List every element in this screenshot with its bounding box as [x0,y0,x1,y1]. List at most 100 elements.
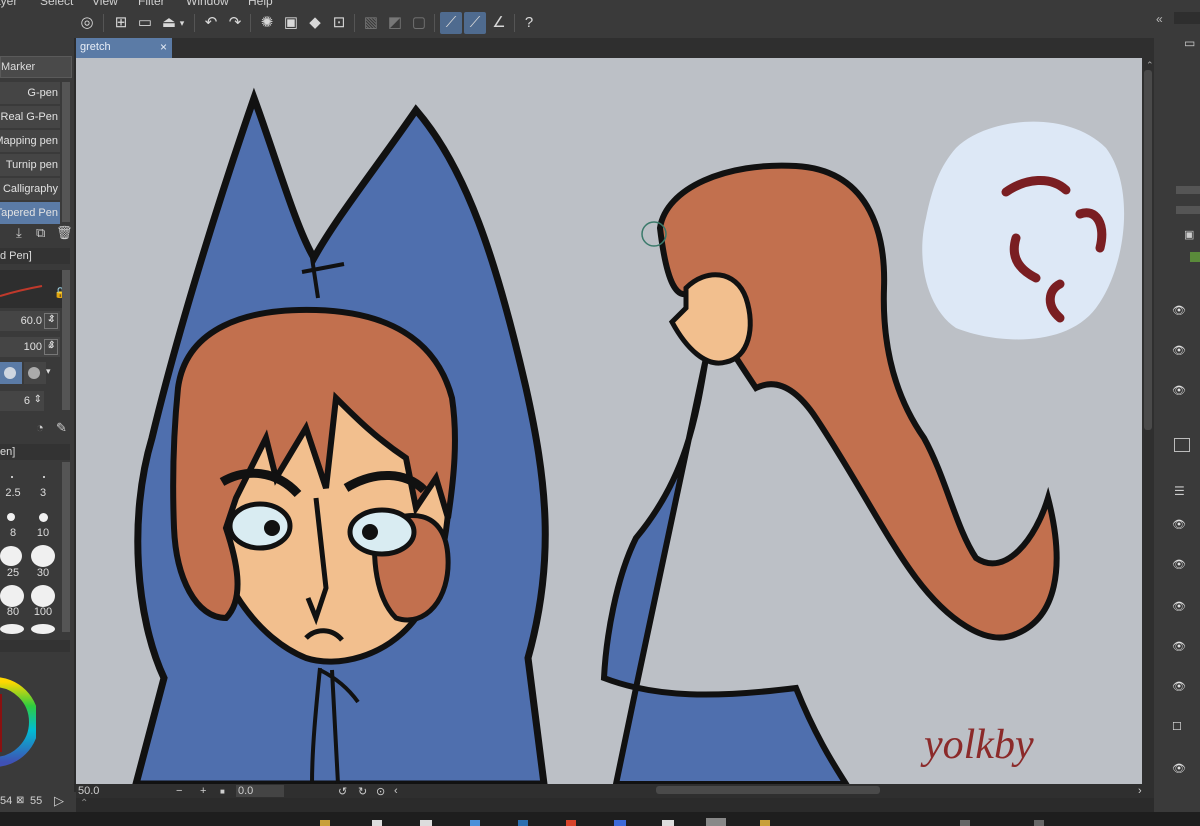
flip-icon[interactable]: ‹ [394,785,398,797]
size-dot[interactable] [0,624,24,634]
layer-color-swatch[interactable] [1190,252,1200,262]
sub-tool-real-g-pen[interactable]: Real G-Pen [0,106,60,129]
menu-filter[interactable]: Filter [138,0,165,8]
help-icon[interactable]: ? [518,12,540,34]
panel-tab[interactable] [1174,12,1200,24]
size-label[interactable]: 2.5 [0,487,26,499]
selection-invert-icon[interactable]: ◩ [384,12,406,34]
collapse-icon[interactable]: ⌃ [80,798,88,809]
snap-ruler-icon[interactable]: ⟋ [440,12,462,34]
eye-icon[interactable]: 👁 [1172,384,1188,397]
color-wheel[interactable] [0,666,39,786]
menu-select[interactable]: Select [40,0,73,8]
sub-tool-mapping-pen[interactable]: Mapping pen [0,130,60,153]
size-dot[interactable] [0,546,22,566]
layer-thumbnail[interactable] [1174,438,1190,452]
menu-help[interactable]: Help [248,0,273,8]
taskbar-app-icon[interactable] [420,820,432,826]
stepper-icon[interactable]: ⇕ [34,394,42,405]
horizontal-scroll-thumb[interactable] [656,786,880,794]
size-dot[interactable] [11,476,13,478]
tool-property-scrollbar[interactable] [62,270,70,410]
swap-icon[interactable]: ⊠ [16,795,24,806]
copy-sub-tool-icon[interactable]: ⤓ [16,225,22,241]
layer-list-icon[interactable]: ☰ [1174,484,1185,498]
sub-tool-turnip-pen[interactable]: Turnip pen [0,154,60,177]
clear-layer-icon[interactable]: ▣ [280,12,302,34]
menu-view[interactable]: View [92,0,118,8]
sub-tool-group-header[interactable]: Marker [0,56,72,78]
eye-icon[interactable]: ☐ [1172,720,1188,733]
reset-rotation-icon[interactable]: ⊙ [376,785,385,798]
scroll-up-icon[interactable]: ⌃ [1146,60,1154,71]
chevron-down-icon[interactable]: ▾ [46,366,51,377]
size-label[interactable]: 30 [30,567,56,579]
taskbar-app-icon[interactable] [614,820,626,826]
loading-icon[interactable]: ✺ [256,12,278,34]
new-file-icon[interactable]: ⊞ [110,12,132,34]
sub-tool-calligraphy[interactable]: Calligraphy [0,178,60,201]
stabilization-field[interactable]: 6 ⇕ [0,391,44,411]
taskbar-app-icon[interactable] [470,820,480,826]
rotation-field[interactable]: 0.0 [236,785,284,797]
eye-icon[interactable]: 👁 [1172,640,1188,653]
rotate-right-icon[interactable]: ↻ [358,785,367,798]
selection-clear-icon[interactable]: ▧ [360,12,382,34]
selection-border-icon[interactable]: ▢ [408,12,430,34]
duplicate-sub-tool-icon[interactable]: ⧉ [36,225,45,241]
size-label[interactable]: 10 [30,527,56,539]
play-icon[interactable]: ▷ [54,793,64,809]
taskbar-app-icon[interactable] [518,820,528,826]
taskbar-app-icon[interactable] [706,818,726,826]
navigator-bar[interactable] [1176,186,1200,194]
tool-info-icon[interactable]: ◔ [36,420,44,435]
size-label[interactable]: 8 [0,527,26,539]
anti-alias-soft-option[interactable] [0,362,22,384]
zoom-in-icon[interactable]: + [200,785,206,797]
taskbar-tray-icon[interactable] [1034,820,1044,826]
menu-layer[interactable]: ayer [0,0,17,8]
taskbar-app-icon[interactable] [662,820,674,826]
taskbar-tray-icon[interactable] [960,820,970,826]
eye-icon[interactable]: 👁 [1172,680,1188,693]
eye-icon[interactable]: 👁 [1172,518,1188,531]
brush-size-scrollbar[interactable] [62,462,70,632]
open-folder-icon[interactable]: ▭ [134,12,156,34]
anti-alias-strong-option[interactable] [24,362,46,384]
undo-icon[interactable]: ↶ [200,12,222,34]
eye-icon[interactable]: 👁 [1172,344,1188,357]
eye-icon[interactable]: 👁 [1172,558,1188,571]
taskbar-app-icon[interactable] [760,820,770,826]
fill-icon[interactable]: ◆ [304,12,326,34]
layer-option-icon[interactable]: ▣ [1184,228,1194,241]
taskbar-app-icon[interactable] [372,820,382,826]
size-label[interactable]: 3 [30,487,56,499]
menu-window[interactable]: Window [186,0,229,8]
canvas[interactable]: yolkby [76,58,1142,784]
app-logo-icon[interactable]: ◎ [76,12,98,34]
size-dot[interactable] [31,624,55,634]
rotate-left-icon[interactable]: ↺ [338,785,347,798]
brush-size-checkbox[interactable]: ✓ [44,313,58,329]
sub-tool-g-pen[interactable]: G-pen [0,82,60,105]
document-tab[interactable]: gretch × [76,38,172,58]
size-dot[interactable] [43,476,45,478]
opacity-pressure-icon[interactable]: ⌀ [44,339,58,355]
chevron-down-icon[interactable]: ▾ [176,12,188,34]
scroll-right-icon[interactable]: › [1138,785,1142,797]
sub-tool-tapered-pen[interactable]: Tapered Pen [0,202,60,225]
size-label[interactable]: 80 [0,606,26,618]
eye-icon[interactable]: 👁 [1172,600,1188,613]
navigator-bar[interactable] [1176,206,1200,214]
transform-icon[interactable]: ⊡ [328,12,350,34]
sub-tool-scrollbar[interactable] [62,82,70,222]
taskbar-app-icon[interactable] [320,820,330,826]
snap-grid-icon[interactable]: ∠ [488,12,510,34]
zoom-value[interactable]: 50.0 [78,785,99,797]
size-label[interactable]: 100 [30,606,56,618]
size-dot[interactable] [0,585,24,607]
eye-icon[interactable]: 👁 [1172,304,1188,317]
size-dot[interactable] [31,545,55,567]
trash-icon[interactable]: 🗑 [56,225,73,241]
close-icon[interactable]: × [160,40,167,54]
